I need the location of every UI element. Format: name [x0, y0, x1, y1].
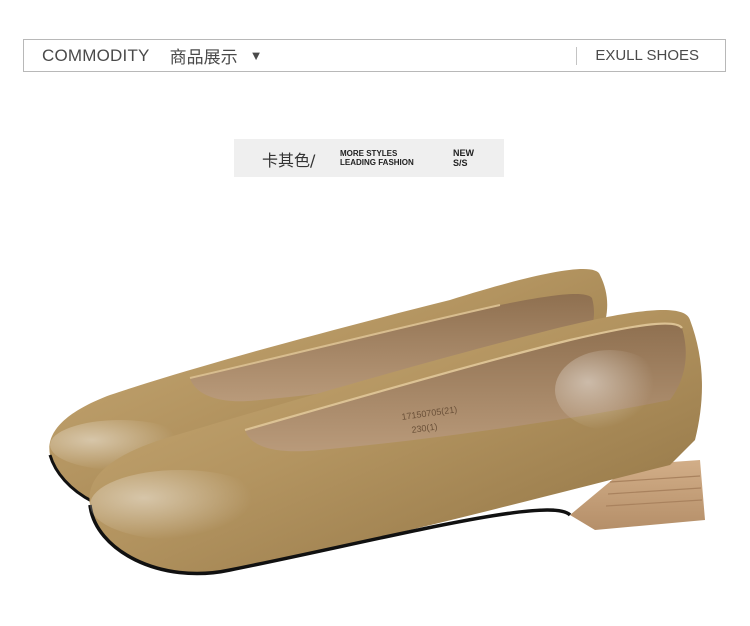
- commodity-label-zh: 商品展示: [169, 48, 238, 68]
- slogan-line-2: LEADING FASHION: [340, 158, 414, 167]
- product-image-shoes: 17150705(21) 230(1): [48, 269, 705, 576]
- season-line-2: S/S: [453, 158, 468, 168]
- slogan-line-1: MORE STYLES: [340, 149, 398, 158]
- color-tag: 卡其色/ MORE STYLES LEADING FASHION NEW S/S: [234, 139, 504, 177]
- brand-label: EXULL SHOES: [595, 47, 699, 64]
- header-divider: [576, 47, 577, 65]
- color-name: 卡其色/: [262, 151, 316, 170]
- season: NEW S/S: [453, 148, 474, 168]
- header-left: COMMODITY 商品展示 ▼: [42, 40, 262, 71]
- slogan: MORE STYLES LEADING FASHION: [340, 149, 414, 167]
- commodity-label: COMMODITY: [42, 45, 150, 65]
- season-line-1: NEW: [453, 148, 474, 158]
- triangle-down-icon: ▼: [249, 48, 263, 63]
- header-bar: COMMODITY 商品展示 ▼ EXULL SHOES: [23, 39, 726, 72]
